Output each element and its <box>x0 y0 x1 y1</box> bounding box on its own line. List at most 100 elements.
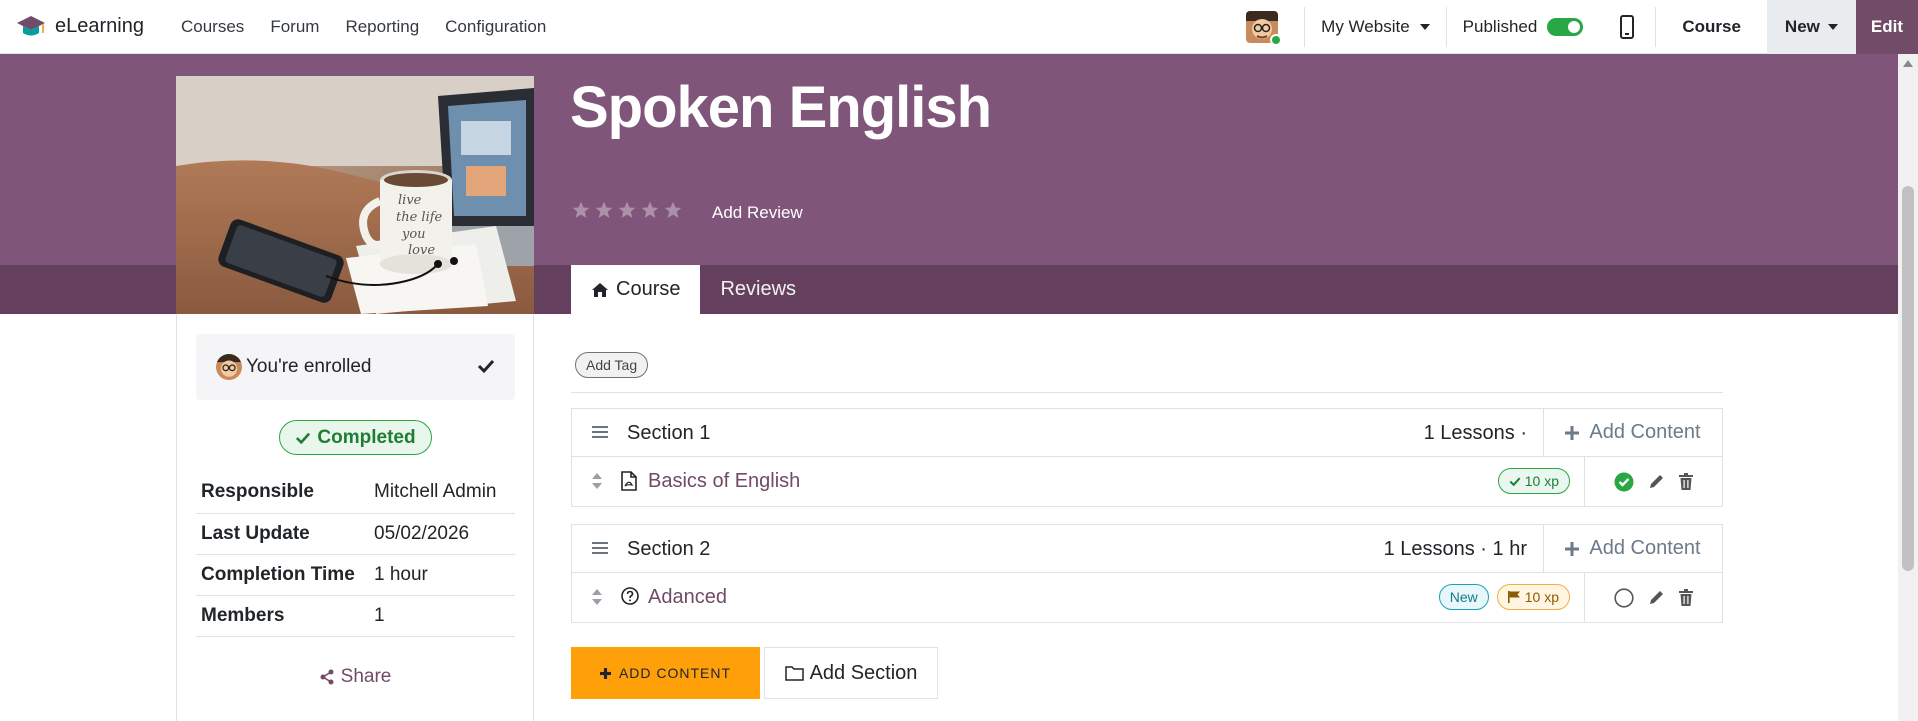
question-circle-icon <box>621 587 639 605</box>
mobile-preview-button[interactable] <box>1599 0 1655 54</box>
user-avatar-small <box>216 354 242 380</box>
course-sidebar: You're enrolled Completed Responsible Mi… <box>176 314 534 721</box>
info-key: Responsible <box>196 472 369 514</box>
star-icon[interactable] <box>640 200 660 220</box>
new-label: New <box>1784 17 1820 36</box>
check-icon <box>295 431 311 445</box>
lesson-badges: New 10 xp <box>1438 584 1570 610</box>
menu-item-reporting[interactable]: Reporting <box>332 0 432 54</box>
plus-icon <box>1565 425 1580 440</box>
published-toggle[interactable] <box>1547 18 1584 36</box>
add-review-link[interactable]: Add Review <box>712 203 803 223</box>
info-row-responsible: Responsible Mitchell Admin <box>196 472 515 514</box>
caret-down-icon <box>1827 24 1838 30</box>
pdf-file-icon <box>621 471 637 491</box>
xp-badge: 10 xp <box>1496 584 1570 610</box>
menu-item-courses[interactable]: Courses <box>168 0 257 54</box>
lesson-badges: 10 xp <box>1497 468 1570 494</box>
new-badge: New <box>1438 584 1489 610</box>
lesson-title[interactable]: Basics of English <box>648 470 800 493</box>
star-icon[interactable] <box>617 200 637 220</box>
info-key: Completion Time <box>196 554 369 596</box>
xp-badge: 10 xp <box>1497 468 1570 494</box>
course-info-table: Responsible Mitchell Admin Last Update 0… <box>196 472 515 637</box>
main-menu: Courses Forum Reporting Configuration <box>168 0 559 54</box>
tab-course[interactable]: Course <box>571 265 701 314</box>
new-button[interactable]: New <box>1766 0 1856 54</box>
tab-course-label: Course <box>616 278 681 300</box>
info-value: Mitchell Admin <box>369 472 515 514</box>
enrolled-text: You're enrolled <box>246 356 372 377</box>
section-meta: 1 Lessons · <box>1423 422 1527 444</box>
star-icon[interactable] <box>594 200 614 220</box>
add-content-label: Add Content <box>1589 537 1701 559</box>
course-menu-button[interactable]: Course <box>1656 0 1767 54</box>
pencil-edit-icon[interactable] <box>1648 589 1665 606</box>
info-row-members: Members 1 <box>196 595 515 637</box>
add-content-button[interactable]: Add Content <box>1543 409 1722 456</box>
graduation-cap-icon[interactable] <box>16 13 46 41</box>
star-icon[interactable] <box>663 200 683 220</box>
publish-control: Published <box>1447 0 1600 54</box>
course-title: Spoken English <box>570 75 992 140</box>
scrollbar-thumb[interactable] <box>1902 186 1914 571</box>
mobile-phone-icon <box>1620 15 1635 39</box>
section-row: Section 1 1 Lessons · Add Content <box>571 408 1723 457</box>
info-row-completion-time: Completion Time 1 hour <box>196 554 515 596</box>
share-icon <box>319 669 335 685</box>
info-key: Last Update <box>196 513 369 555</box>
add-content-main-label: ADD CONTENT <box>618 665 732 681</box>
edit-button[interactable]: Edit <box>1855 0 1918 54</box>
plus-icon <box>599 667 611 679</box>
info-value: 05/02/2026 <box>369 513 515 555</box>
menu-item-forum[interactable]: Forum <box>257 0 332 54</box>
menu-item-configuration[interactable]: Configuration <box>432 0 559 54</box>
incomplete-circle-icon[interactable] <box>1614 587 1634 608</box>
xp-label: 10 xp <box>1524 589 1559 605</box>
check-icon <box>1509 476 1521 487</box>
user-avatar[interactable] <box>1246 11 1283 46</box>
lesson-title[interactable]: Adanced <box>648 586 727 609</box>
info-row-last-update: Last Update 05/02/2026 <box>196 513 515 555</box>
navbar-right: My Website Published Course New Edit <box>1246 0 1918 54</box>
tab-reviews[interactable]: Reviews <box>700 265 816 314</box>
section-row: Section 2 1 Lessons · 1 hr Add Content <box>571 524 1723 573</box>
website-label: My Website <box>1321 17 1410 36</box>
rating-stars[interactable] <box>571 200 683 220</box>
check-icon <box>477 358 495 374</box>
caret-down-icon <box>1419 24 1430 30</box>
lesson-actions <box>1584 573 1722 622</box>
add-section-button[interactable]: Add Section <box>764 647 938 699</box>
sort-handle-icon[interactable] <box>591 588 603 606</box>
trash-icon[interactable] <box>1679 473 1693 490</box>
pencil-edit-icon[interactable] <box>1648 473 1665 490</box>
enrolled-status-box: You're enrolled <box>196 334 515 400</box>
website-selector[interactable]: My Website <box>1305 0 1446 54</box>
divider <box>571 392 1723 393</box>
scroll-up-arrow-icon[interactable] <box>1903 60 1913 67</box>
xp-label: 10 xp <box>1524 473 1559 489</box>
section-meta: 1 Lessons · 1 hr <box>1383 538 1527 560</box>
page-scrollbar[interactable] <box>1898 54 1918 721</box>
trash-icon[interactable] <box>1679 589 1693 606</box>
completed-badge: Completed <box>279 420 432 455</box>
drag-handle-icon[interactable] <box>592 425 608 439</box>
star-icon[interactable] <box>571 200 591 220</box>
svg-text:you: you <box>401 227 426 242</box>
drag-handle-icon[interactable] <box>592 541 608 555</box>
completed-check-circle-icon[interactable] <box>1614 472 1634 492</box>
info-value: 1 <box>369 595 515 637</box>
app-name[interactable]: eLearning <box>55 15 144 38</box>
share-link[interactable]: Share <box>177 666 533 688</box>
add-tag-button[interactable]: Add Tag <box>575 352 649 378</box>
sort-handle-icon[interactable] <box>591 472 603 490</box>
tab-reviews-label: Reviews <box>720 278 797 300</box>
section-title[interactable]: Section 1 <box>627 422 710 445</box>
completed-label: Completed <box>317 426 416 448</box>
add-content-button[interactable]: Add Content <box>1543 525 1722 572</box>
add-content-main-button[interactable]: ADD CONTENT <box>571 647 760 699</box>
lesson-actions <box>1584 457 1722 506</box>
svg-text:love: love <box>408 243 435 258</box>
section-title[interactable]: Section 2 <box>627 538 710 561</box>
info-value: 1 hour <box>369 554 515 596</box>
